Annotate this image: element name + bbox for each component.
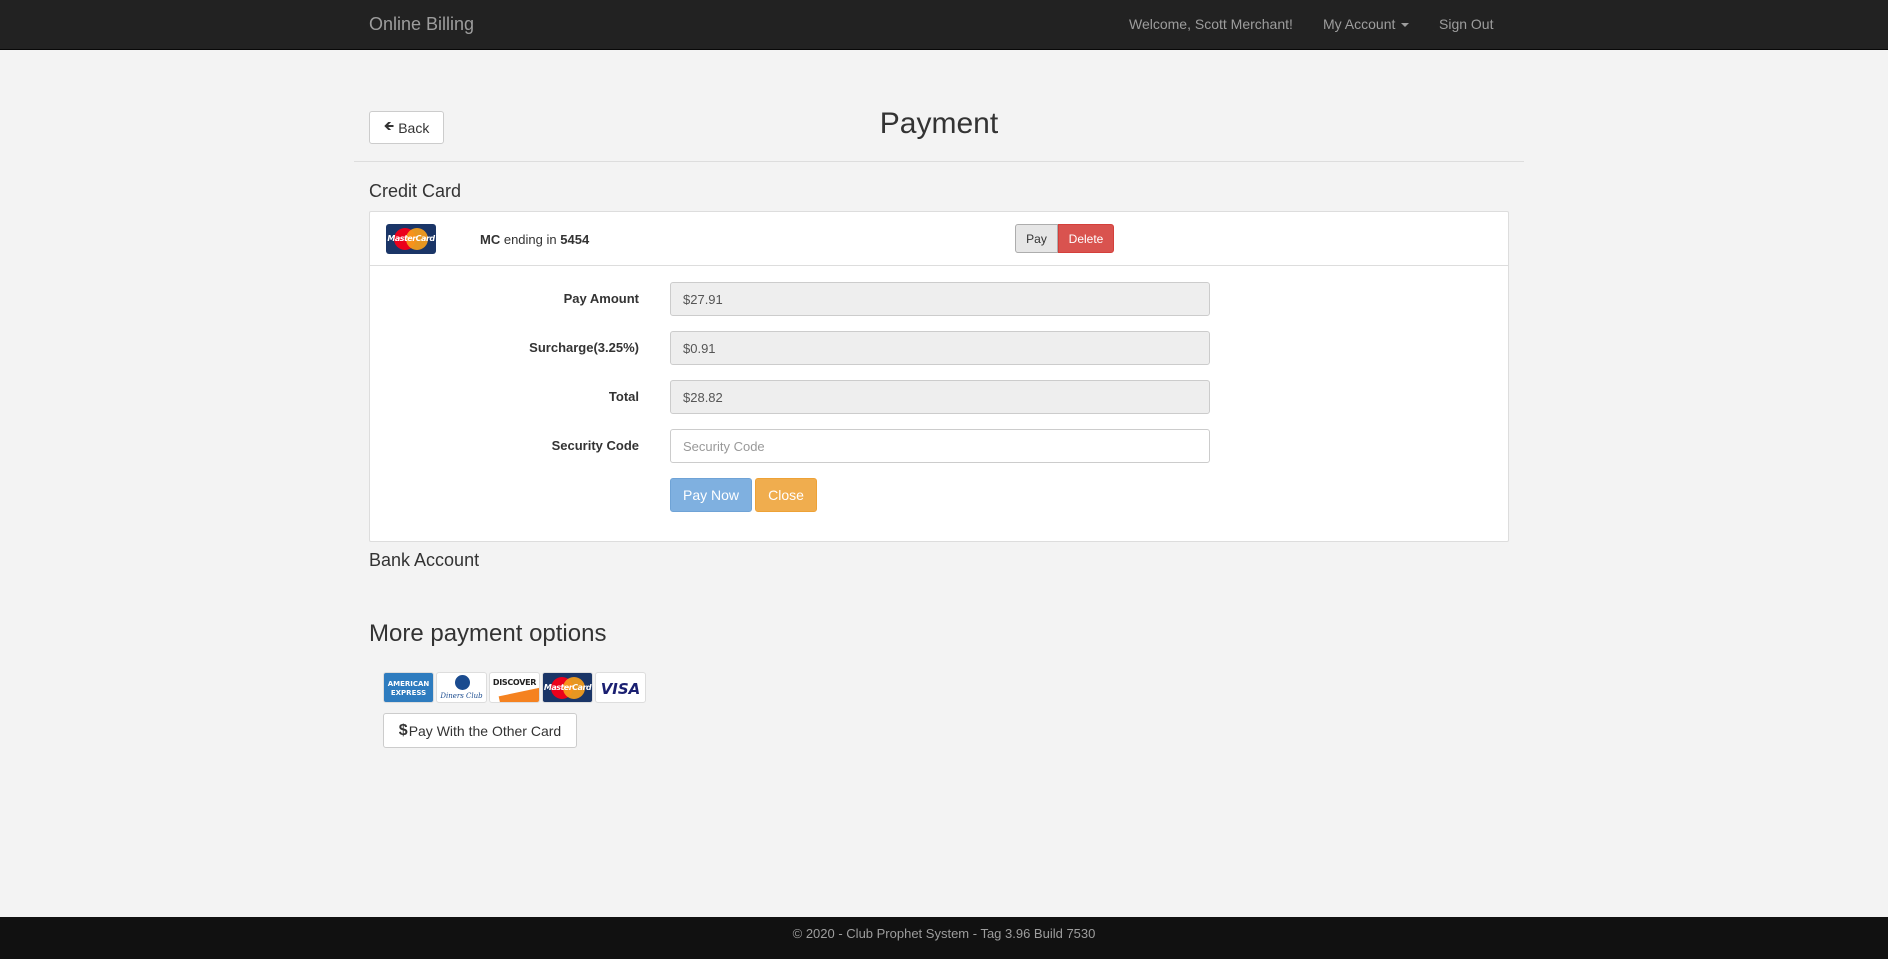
top-navbar: Online Billing Welcome, Scott Merchant! … xyxy=(0,0,1888,50)
pay-with-other-card-button[interactable]: $ Pay With the Other Card xyxy=(383,713,577,748)
mastercard-logo-text: MasterCard xyxy=(543,683,592,692)
bank-account-heading[interactable]: Bank Account xyxy=(369,550,479,571)
total-label: Total xyxy=(608,389,639,404)
my-account-dropdown[interactable]: My Account xyxy=(1323,16,1410,32)
close-button[interactable]: Close xyxy=(755,478,817,512)
header-divider xyxy=(354,161,1524,162)
card-last4: 5454 xyxy=(560,232,590,247)
footer: © 2020 - Club Prophet System - Tag 3.96 … xyxy=(0,917,1888,959)
discover-stripe xyxy=(498,685,539,702)
mastercard-logo: MasterCard xyxy=(386,224,436,254)
caret-down-icon xyxy=(1401,23,1410,28)
pay-card-button[interactable]: Pay xyxy=(1015,224,1058,253)
discover-text: DISCOVER xyxy=(492,678,537,687)
total-row: Total xyxy=(370,380,1508,414)
pay-with-other-card-label: Pay With the Other Card xyxy=(408,722,562,739)
brand-link[interactable]: Online Billing xyxy=(369,14,474,35)
visa-logo: VISA xyxy=(595,672,646,703)
diners-club-mark xyxy=(455,675,470,690)
welcome-text: Welcome, Scott Merchant! xyxy=(1129,16,1293,32)
pay-amount-field[interactable] xyxy=(670,282,1210,316)
pay-amount-label: Pay Amount xyxy=(563,291,639,306)
surcharge-label: Surcharge(3.25%) xyxy=(529,340,639,355)
visa-text: VISA xyxy=(600,680,641,698)
diners-club-text: Diners Club xyxy=(440,692,483,700)
page-title: Payment xyxy=(879,107,999,140)
dollar-icon: $ xyxy=(398,721,408,739)
card-description: MC ending in 5454 xyxy=(480,232,589,247)
my-account-label: My Account xyxy=(1323,16,1396,32)
diners-club-logo: Diners Club xyxy=(436,672,487,703)
mastercard-logo-small: MasterCard xyxy=(542,672,593,703)
total-field[interactable] xyxy=(670,380,1210,414)
amex-logo: AMERICAN EXPRESS xyxy=(383,672,434,703)
security-code-row: Security Code xyxy=(370,429,1508,463)
surcharge-field[interactable] xyxy=(670,331,1210,365)
security-code-input[interactable] xyxy=(670,429,1210,463)
pay-now-button[interactable]: Pay Now xyxy=(670,478,752,512)
surcharge-row: Surcharge(3.25%) xyxy=(370,331,1508,365)
amex-logo-line2: EXPRESS xyxy=(390,689,427,697)
amex-logo-line1: AMERICAN xyxy=(387,680,430,688)
card-summary-row: MasterCard MC ending in 5454 Pay Delete xyxy=(370,212,1508,266)
pay-amount-row: Pay Amount xyxy=(370,282,1508,316)
sign-out-link[interactable]: Sign Out xyxy=(1439,16,1493,32)
credit-card-panel: MasterCard MC ending in 5454 Pay Delete … xyxy=(369,211,1509,542)
card-type: MC xyxy=(480,232,501,247)
credit-card-heading: Credit Card xyxy=(369,181,462,201)
card-ending-text: ending in xyxy=(503,232,557,247)
more-options-heading: More payment options xyxy=(369,620,607,647)
security-code-label: Security Code xyxy=(551,438,639,453)
mastercard-logo-text: MasterCard xyxy=(387,234,435,243)
discover-logo: DISCOVER xyxy=(489,672,540,703)
delete-card-button[interactable]: Delete xyxy=(1058,224,1114,253)
